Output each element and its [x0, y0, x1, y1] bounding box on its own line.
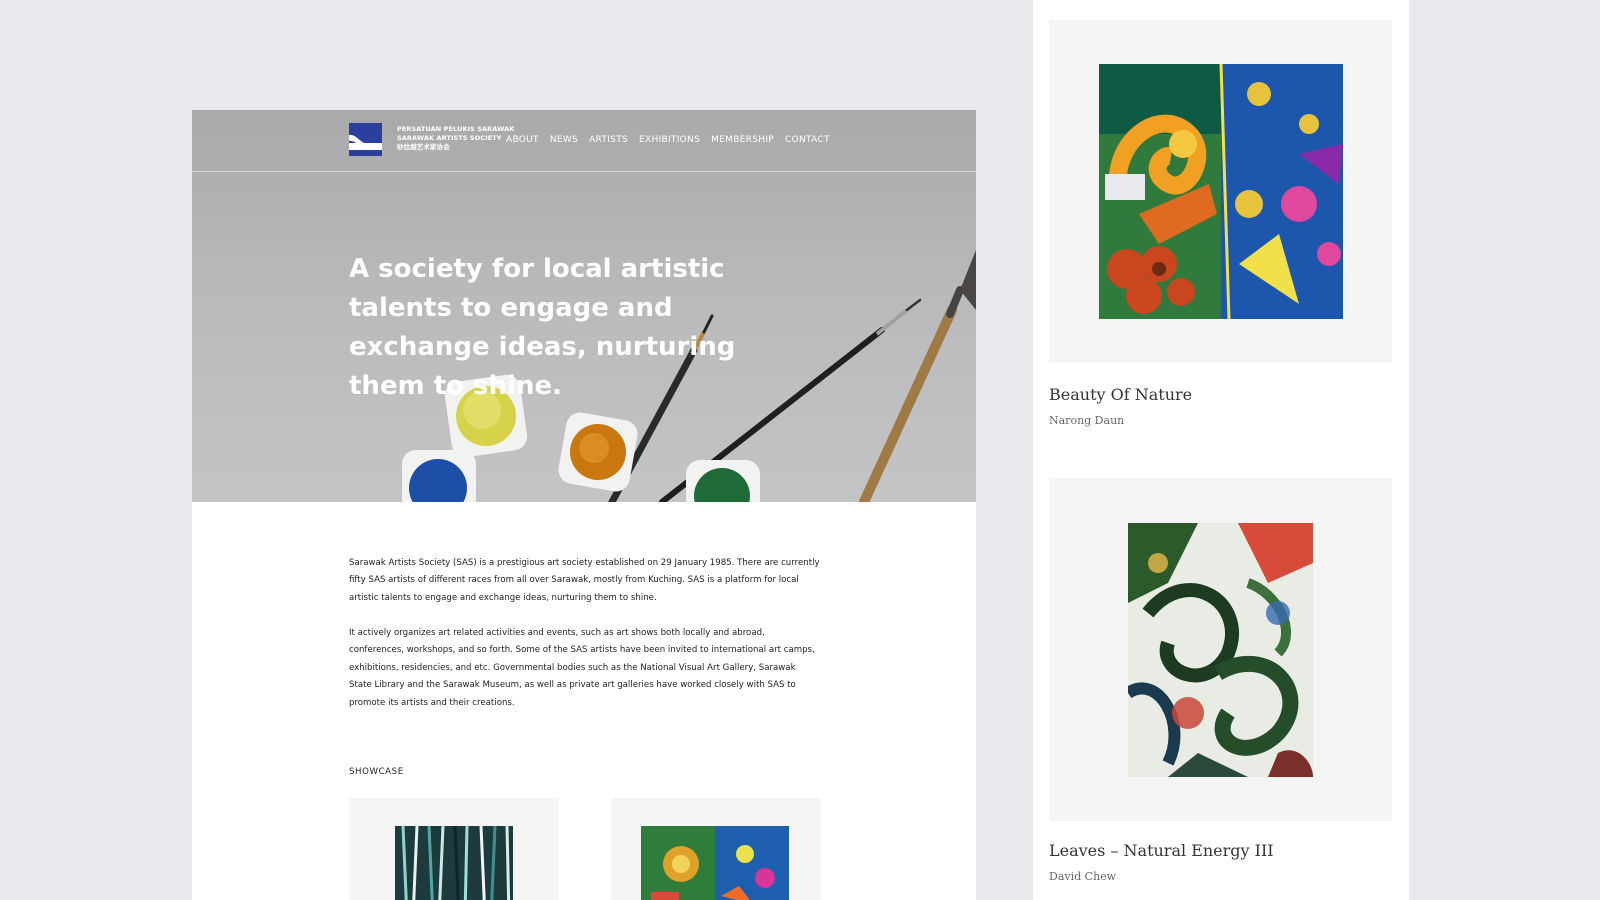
paint-pan-green — [686, 460, 760, 502]
showcase-thumbnail-1 — [395, 826, 513, 900]
paint-pan-orange — [558, 412, 638, 492]
top-navigation: PERSATUAN PELUKIS SARAWAK SARAWAK ARTIST… — [192, 110, 976, 172]
nav-about[interactable]: ABOUT — [506, 135, 539, 145]
hero-section: PERSATUAN PELUKIS SARAWAK SARAWAK ARTIST… — [192, 110, 976, 502]
logo-line-malay: PERSATUAN PELUKIS SARAWAK — [397, 125, 515, 133]
desktop-page-mockup: PERSATUAN PELUKIS SARAWAK SARAWAK ARTIST… — [192, 110, 976, 900]
nav-artists[interactable]: ARTISTS — [589, 135, 628, 145]
mobile-page-mockup: Beauty Of Nature Narong Daun Leaves – Na… — [1033, 0, 1409, 900]
artwork-artist-2[interactable]: David Chew — [1049, 870, 1116, 883]
nav-exhibitions[interactable]: EXHIBITIONS — [639, 135, 700, 145]
artwork-image-leaves-natural-energy — [1128, 523, 1313, 777]
showcase-card-2[interactable] — [611, 798, 821, 900]
logo-line-english: SARAWAK ARTISTS SOCIETY — [397, 134, 502, 142]
logo-wordmark[interactable]: PERSATUAN PELUKIS SARAWAK SARAWAK ARTIST… — [397, 125, 514, 152]
hero-title: A society for local artistic talents to … — [349, 254, 736, 401]
main-menu: ABOUT NEWS ARTISTS EXHIBITIONS MEMBERSHI… — [506, 135, 830, 145]
about-paragraph-2: It actively organizes art related activi… — [349, 628, 815, 708]
nav-news[interactable]: NEWS — [550, 135, 578, 145]
brush-3 — [859, 250, 976, 502]
about-paragraph-1: Sarawak Artists Society (SAS) is a prest… — [349, 558, 820, 603]
showcase-heading: SHOWCASE — [349, 767, 404, 777]
artwork-title-2[interactable]: Leaves – Natural Energy III — [1049, 841, 1274, 860]
showcase-thumbnail-2 — [641, 826, 789, 900]
paint-pan-blue — [402, 450, 476, 502]
artwork-title-1[interactable]: Beauty Of Nature — [1049, 385, 1192, 404]
artwork-card-1[interactable] — [1049, 20, 1392, 363]
artwork-image-beauty-of-nature — [1099, 64, 1343, 319]
logo-line-chinese: 砂拉越艺术家协会 — [397, 143, 450, 151]
nav-membership[interactable]: MEMBERSHIP — [711, 135, 774, 145]
sas-logo-icon[interactable] — [349, 123, 382, 156]
nav-contact[interactable]: CONTACT — [785, 135, 830, 145]
artwork-artist-1[interactable]: Narong Daun — [1049, 414, 1124, 427]
artwork-card-2[interactable] — [1049, 478, 1392, 821]
showcase-card-1[interactable] — [349, 798, 559, 900]
